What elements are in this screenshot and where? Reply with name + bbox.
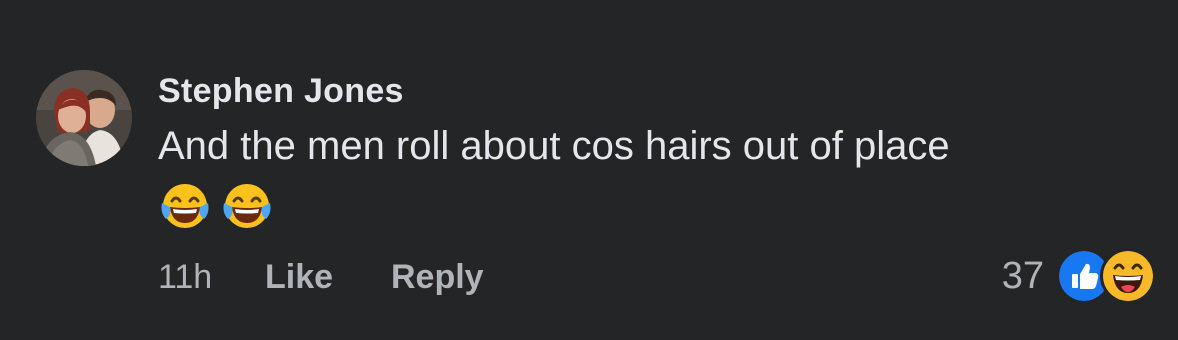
comment-text: And the men roll about cos hairs out of … [158,124,950,168]
avatar-photo [36,70,132,166]
reactions-summary[interactable]: 37 [1001,248,1156,304]
comment-emojis [158,179,274,231]
haha-reaction-icon [1100,248,1156,304]
reaction-icons [1056,248,1156,304]
comment-timestamp[interactable]: 11h [158,258,212,297]
comment: Stephen Jones And the men roll about cos… [0,0,1178,340]
like-button[interactable]: Like [265,258,333,297]
reply-button[interactable]: Reply [391,258,484,297]
avatar[interactable] [36,70,132,166]
face-with-tears-of-joy-icon [161,184,209,228]
comment-author[interactable]: Stephen Jones [158,72,404,111]
reaction-count: 37 [1001,254,1044,297]
face-with-tears-of-joy-icon [223,184,271,228]
